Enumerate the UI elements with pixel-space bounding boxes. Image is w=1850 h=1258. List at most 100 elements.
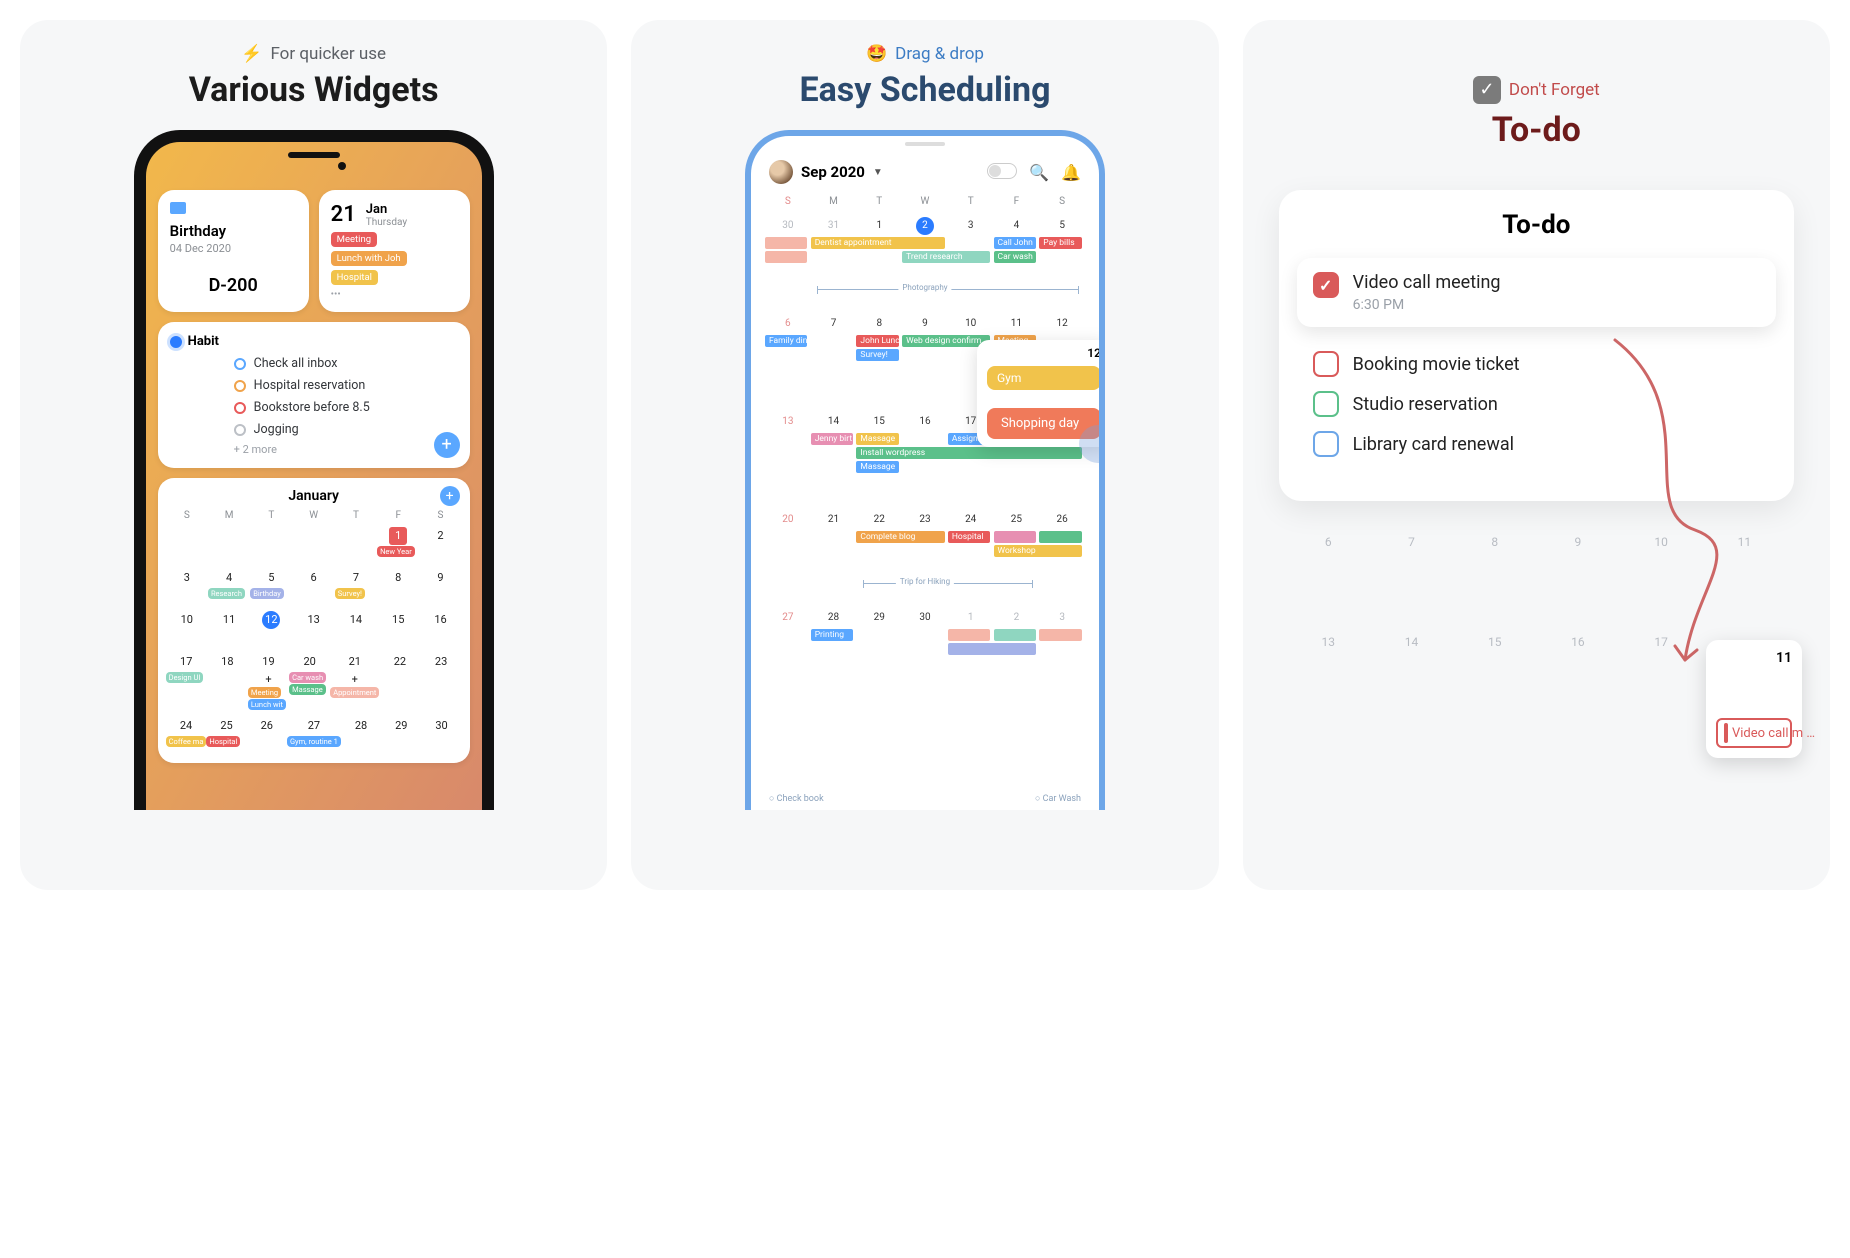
toggle-switch[interactable] [987,163,1017,179]
calendar-cell[interactable]: 12 [250,611,292,629]
event-bar[interactable] [948,643,1036,655]
event-bar[interactable]: Web design confirm [902,335,990,347]
drag-event-card[interactable]: 12 Gym Shopping day [977,340,1105,447]
event-bar[interactable]: Trend research [902,251,990,263]
event-bar[interactable]: Car wash [994,251,1037,263]
day-cell[interactable]: 20 [765,511,811,599]
habit-item[interactable]: Check all inbox [234,356,458,371]
calendar-cell[interactable]: 29 [381,717,421,735]
checkbox-icon[interactable] [1313,431,1339,457]
event-bar[interactable] [994,629,1037,641]
calendar-cell[interactable]: 3 [166,569,208,587]
event-bar[interactable]: Family dinn [765,335,808,347]
calendar-cell[interactable]: 9 [419,569,461,587]
avatar[interactable] [769,160,793,184]
event-bar[interactable]: Call John [994,237,1037,249]
todo-item[interactable]: Library card renewal [1313,431,1760,457]
event-bar[interactable]: Complete blog [856,531,944,543]
event-bar[interactable]: Pay bills [1039,237,1082,249]
todo-chip[interactable]: Video call m … [1716,718,1792,748]
todo-item[interactable]: Studio reservation [1313,391,1760,417]
widget-calendar[interactable]: + January SMTWTFS 1New Year234Research5B… [158,478,470,763]
day-cell[interactable]: 9 [902,315,948,403]
calendar-cell[interactable]: 1New Year [377,527,419,558]
day-cell[interactable]: 27 [765,609,811,697]
day-cell[interactable]: 13 [765,413,811,501]
calendar-cell[interactable]: 13 [293,611,335,629]
calendar-cell[interactable]: 23 [421,653,462,671]
calendar-cell[interactable]: 27Gym, routine 1 [287,717,341,748]
calendar-cell[interactable]: 4Research [208,569,250,600]
calendar-cell[interactable]: 25Hospital [206,717,246,748]
event-bar[interactable]: Massage [856,461,899,473]
day-cell[interactable]: 7 [811,315,857,403]
calendar-cell[interactable]: 15 [377,611,419,629]
day-cell[interactable]: 30 [902,609,948,697]
calendar-cell[interactable]: 19 +MeetingLunch wit [248,653,289,711]
day-cell[interactable]: 21 [811,511,857,599]
event-bar[interactable]: Survey! [856,349,899,361]
event-bar[interactable]: Jenny birt [811,433,854,445]
checkbox-icon[interactable] [1313,391,1339,417]
add-button[interactable]: + [434,432,460,458]
calendar-cell[interactable] [293,527,335,548]
event-bar[interactable] [948,629,991,641]
bell-icon[interactable]: 🔔 [1061,163,1081,182]
month-picker[interactable]: Sep 2020 [801,163,865,181]
calendar-cell[interactable]: 7Survey! [335,569,377,600]
calendar-cell[interactable]: 17Design UI [166,653,207,684]
calendar-cell[interactable]: 21 +Appointment [330,653,379,699]
day-cell[interactable]: 28 [811,609,857,697]
calendar-cell[interactable]: 14 [335,611,377,629]
day-cell[interactable]: 6 [765,315,811,403]
event-bar[interactable]: Massage [856,433,899,445]
widget-birthday[interactable]: Birthday 04 Dec 2020 D-200 [158,190,309,312]
calendar-cell[interactable] [208,527,250,548]
calendar-cell[interactable]: 11 [208,611,250,629]
calendar-cell[interactable]: 24Coffee ma [166,717,207,748]
event-bar[interactable]: Printing [811,629,854,641]
drag-event-gym[interactable]: Gym [987,366,1101,390]
widget-day[interactable]: 21 Jan Thursday Meeting Lunch with Joh H… [319,190,470,312]
calendar-cell[interactable]: 22 [379,653,420,671]
calendar-cell[interactable]: 18 [207,653,248,671]
calendar-cell[interactable]: 20Car washMassage [289,653,330,696]
event-bar[interactable]: Install wordpress [856,447,1081,459]
event-bar[interactable]: John Lunch [856,335,899,347]
mini-day-card[interactable]: 11 Video call m … [1706,640,1802,758]
calendar-cell[interactable] [166,527,208,548]
event-bar[interactable] [994,531,1037,543]
calendar-cell[interactable]: 10 [166,611,208,629]
day-cell[interactable]: 14 [811,413,857,501]
event-bar[interactable] [765,237,808,249]
chevron-down-icon[interactable]: ▼ [873,167,883,178]
calendar-cell[interactable]: 8 [377,569,419,587]
calendar-cell[interactable]: 16 [419,611,461,629]
event-bar[interactable]: Hospital [948,531,991,543]
search-icon[interactable]: 🔍 [1029,163,1049,182]
calendar-cell[interactable]: 2 [419,527,461,545]
calendar-cell[interactable] [335,527,377,548]
calendar-cell[interactable]: 6 [293,569,335,587]
habit-item[interactable]: Jogging [234,422,458,437]
event-bar[interactable] [1039,531,1082,543]
checkbox-checked-icon[interactable] [1313,272,1339,298]
calendar-cell[interactable]: 5Birthday [250,569,292,600]
calendar-cell[interactable]: 30 [421,717,461,735]
event-bar[interactable] [765,251,808,263]
checkbox-icon[interactable] [1313,351,1339,377]
add-button[interactable]: + [440,486,460,506]
calendar-cell[interactable] [250,527,292,548]
day-cell[interactable]: 29 [856,609,902,697]
widget-habit[interactable]: Habit Check all inboxHospital reservatio… [158,322,470,468]
calendar-cell[interactable]: 26 [247,717,287,735]
todo-item[interactable]: Booking movie ticket [1313,351,1760,377]
event-bar[interactable]: Dentist appointment [811,237,945,249]
todo-highlighted-item[interactable]: Video call meeting 6:30 PM [1297,258,1776,327]
day-cell[interactable]: 3 [1039,609,1085,697]
habit-item[interactable]: Bookstore before 8.5 [234,400,458,415]
event-bar[interactable]: Workshop [994,545,1082,557]
calendar-cell[interactable]: 28 [341,717,381,735]
habit-item[interactable]: Hospital reservation [234,378,458,393]
event-bar[interactable] [1039,629,1082,641]
